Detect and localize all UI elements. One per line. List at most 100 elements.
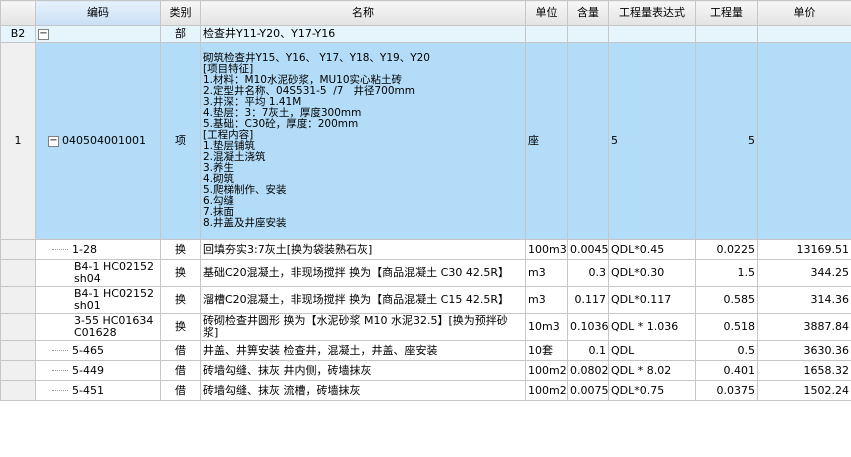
column-header-code[interactable]: 编码	[35, 0, 161, 26]
item-content[interactable]	[567, 42, 609, 240]
subitem-price[interactable]: 13169.51	[757, 239, 851, 260]
column-header-row-number[interactable]	[0, 0, 36, 26]
subitem-name[interactable]: 砖墙勾缝、抹灰 流槽，砖墙抹灰	[200, 380, 526, 401]
subitem-expression[interactable]: QDL * 8.02	[608, 360, 696, 381]
item-expression[interactable]: 5	[608, 42, 696, 240]
table-row[interactable]: 3-55 HC01634 C01628 换 砖砌检查井圆形 换为【水泥砂浆 M1…	[0, 313, 851, 341]
table-row[interactable]: 5-465 借 井盖、井箅安装 检查井，混凝土，井盖、座安装 10套 0.1 Q…	[0, 340, 851, 361]
group-expression[interactable]	[608, 25, 696, 43]
subitem-price[interactable]: 3630.36	[757, 340, 851, 361]
subitem-content[interactable]: 0.0075	[567, 380, 609, 401]
subitem-content[interactable]: 0.1036	[567, 313, 609, 341]
subitem-content[interactable]: 0.0802	[567, 360, 609, 381]
subitem-price[interactable]: 1502.24	[757, 380, 851, 401]
item-price[interactable]	[757, 42, 851, 240]
subitem-price[interactable]: 314.36	[757, 286, 851, 314]
item-unit[interactable]: 座	[525, 42, 568, 240]
subitem-price[interactable]: 344.25	[757, 259, 851, 287]
column-header-price[interactable]: 单价	[757, 0, 851, 26]
tree-connector	[52, 370, 68, 371]
subitem-content[interactable]: 0.117	[567, 286, 609, 314]
item-category[interactable]: 项	[160, 42, 201, 240]
item-code-cell[interactable]: −040504001001	[35, 42, 161, 240]
row-number	[0, 286, 36, 314]
subitem-code-cell[interactable]: 5-465	[35, 340, 161, 361]
subitem-quantity[interactable]: 0.401	[695, 360, 758, 381]
subitem-quantity[interactable]: 0.0225	[695, 239, 758, 260]
group-quantity[interactable]	[695, 25, 758, 43]
table-row[interactable]: B4-1 HC02152 sh04 换 基础C20混凝土，非现场搅拌 换为【商品…	[0, 259, 851, 287]
subitem-quantity[interactable]: 0.585	[695, 286, 758, 314]
subitem-name[interactable]: 井盖、井箅安装 检查井，混凝土，井盖、座安装	[200, 340, 526, 361]
subitem-code-cell[interactable]: 5-449	[35, 360, 161, 381]
subitem-quantity[interactable]: 0.0375	[695, 380, 758, 401]
column-header-unit[interactable]: 单位	[525, 0, 568, 26]
table-row[interactable]: B4-1 HC02152 sh01 换 溜槽C20混凝土，非现场搅拌 换为【商品…	[0, 286, 851, 314]
subitem-unit[interactable]: 100m2	[525, 380, 568, 401]
subitem-code: B4-1 HC02152 sh01	[74, 287, 154, 312]
subitem-price[interactable]: 1658.32	[757, 360, 851, 381]
subitem-expression[interactable]: QDL*0.30	[608, 259, 696, 287]
subitem-name[interactable]: 砖砌检查井圆形 换为【水泥砂浆 M10 水泥32.5】[换为预拌砂浆]	[200, 313, 526, 341]
subitem-unit[interactable]: 10m3	[525, 313, 568, 341]
subitem-code-cell[interactable]: 3-55 HC01634 C01628	[35, 313, 161, 341]
subitem-expression[interactable]: QDL*0.75	[608, 380, 696, 401]
row-number	[0, 259, 36, 287]
subitem-unit[interactable]: 10套	[525, 340, 568, 361]
subitem-content[interactable]: 0.1	[567, 340, 609, 361]
subitem-unit[interactable]: m3	[525, 259, 568, 287]
item-row[interactable]: 1 −040504001001 项 砌筑检查井Y15、Y16、 Y17、Y18、…	[0, 42, 851, 240]
column-header-name[interactable]: 名称	[200, 0, 526, 26]
subitem-quantity[interactable]: 0.5	[695, 340, 758, 361]
subitem-category[interactable]: 换	[160, 259, 201, 287]
subitem-quantity[interactable]: 1.5	[695, 259, 758, 287]
table-row[interactable]: 5-451 借 砖墙勾缝、抹灰 流槽，砖墙抹灰 100m2 0.0075 QDL…	[0, 380, 851, 401]
subitem-content[interactable]: 0.0045	[567, 239, 609, 260]
subitem-code-cell[interactable]: B4-1 HC02152 sh01	[35, 286, 161, 314]
subitem-expression[interactable]: QDL * 1.036	[608, 313, 696, 341]
subitem-name[interactable]: 回填夯实3:7灰土[换为袋装熟石灰]	[200, 239, 526, 260]
subitem-category[interactable]: 换	[160, 286, 201, 314]
group-price[interactable]	[757, 25, 851, 43]
collapse-toggle-icon[interactable]: −	[48, 135, 59, 147]
tree-connector	[52, 350, 68, 351]
subitem-price[interactable]: 3887.84	[757, 313, 851, 341]
collapse-toggle-icon[interactable]: −	[38, 28, 49, 40]
subitem-category[interactable]: 换	[160, 313, 201, 341]
subitem-code-cell[interactable]: 1-28	[35, 239, 161, 260]
subitem-quantity[interactable]: 0.518	[695, 313, 758, 341]
subitem-content[interactable]: 0.3	[567, 259, 609, 287]
group-content[interactable]	[567, 25, 609, 43]
subitem-expression[interactable]: QDL*0.45	[608, 239, 696, 260]
group-code-cell[interactable]: −	[35, 25, 161, 43]
item-description-cell[interactable]: 砌筑检查井Y15、Y16、 Y17、Y18、Y19、Y20 [项目特征] 1.材…	[200, 42, 526, 240]
bill-table: 编码 类别 名称 单位 含量 工程量表达式 工程量 单价 B2 − 部 检查井Y…	[0, 0, 851, 401]
subitem-unit[interactable]: 100m3	[525, 239, 568, 260]
table-row[interactable]: 1-28 换 回填夯实3:7灰土[换为袋装熟石灰] 100m3 0.0045 Q…	[0, 239, 851, 260]
column-header-expression[interactable]: 工程量表达式	[608, 0, 696, 26]
subitem-name[interactable]: 溜槽C20混凝土，非现场搅拌 换为【商品混凝土 C15 42.5R】	[200, 286, 526, 314]
subitem-expression[interactable]: QDL	[608, 340, 696, 361]
column-header-category[interactable]: 类别	[160, 0, 201, 26]
subitem-code-cell[interactable]: B4-1 HC02152 sh04	[35, 259, 161, 287]
group-category[interactable]: 部	[160, 25, 201, 43]
subitem-name[interactable]: 砖墙勾缝、抹灰 井内侧，砖墙抹灰	[200, 360, 526, 381]
column-header-content[interactable]: 含量	[567, 0, 609, 26]
subitem-expression[interactable]: QDL*0.117	[608, 286, 696, 314]
subitem-name[interactable]: 基础C20混凝土，非现场搅拌 换为【商品混凝土 C30 42.5R】	[200, 259, 526, 287]
subitem-unit[interactable]: m3	[525, 286, 568, 314]
item-quantity[interactable]: 5	[695, 42, 758, 240]
group-name[interactable]: 检查井Y11-Y20、Y17-Y16	[200, 25, 526, 43]
group-unit[interactable]	[525, 25, 568, 43]
subitem-category[interactable]: 借	[160, 340, 201, 361]
tree-connector	[52, 390, 68, 391]
subitem-unit[interactable]: 100m2	[525, 360, 568, 381]
group-row[interactable]: B2 − 部 检查井Y11-Y20、Y17-Y16	[0, 25, 851, 43]
column-header-quantity[interactable]: 工程量	[695, 0, 758, 26]
subitem-code: 5-465	[72, 343, 104, 357]
subitem-code-cell[interactable]: 5-451	[35, 380, 161, 401]
subitem-category[interactable]: 借	[160, 360, 201, 381]
subitem-category[interactable]: 换	[160, 239, 201, 260]
table-row[interactable]: 5-449 借 砖墙勾缝、抹灰 井内侧，砖墙抹灰 100m2 0.0802 QD…	[0, 360, 851, 381]
subitem-category[interactable]: 借	[160, 380, 201, 401]
